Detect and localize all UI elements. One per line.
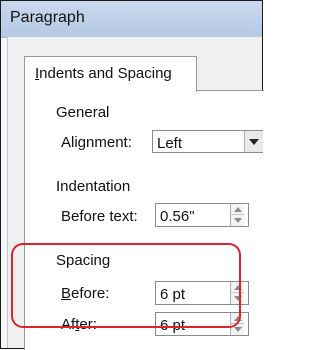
spin-down-button[interactable]	[231, 215, 244, 226]
arrow-up-icon	[234, 207, 242, 212]
chevron-down-icon	[249, 139, 259, 145]
alignment-dropdown-button[interactable]	[244, 131, 263, 152]
arrow-down-icon	[234, 218, 242, 223]
before-text-spinner[interactable]	[230, 204, 244, 226]
alignment-value: Left	[157, 135, 183, 152]
alignment-label: Alignment:	[61, 134, 132, 151]
arrow-down-icon	[234, 327, 242, 332]
before-text-label: Before text:	[61, 208, 138, 225]
dialog-title: Paragraph	[10, 9, 85, 26]
before-text-value: 0.56"	[160, 208, 195, 225]
dialog-titlebar: Paragraph	[1, 1, 262, 38]
tab-indents-and-spacing[interactable]: Indents and Spacing	[24, 56, 197, 92]
spin-up-button[interactable]	[231, 204, 244, 215]
tab-label: Indents and Spacing	[35, 65, 172, 82]
general-heading: General	[52, 104, 114, 121]
indentation-heading: Indentation	[52, 178, 135, 195]
spacing-highlight-annotation	[11, 243, 241, 328]
